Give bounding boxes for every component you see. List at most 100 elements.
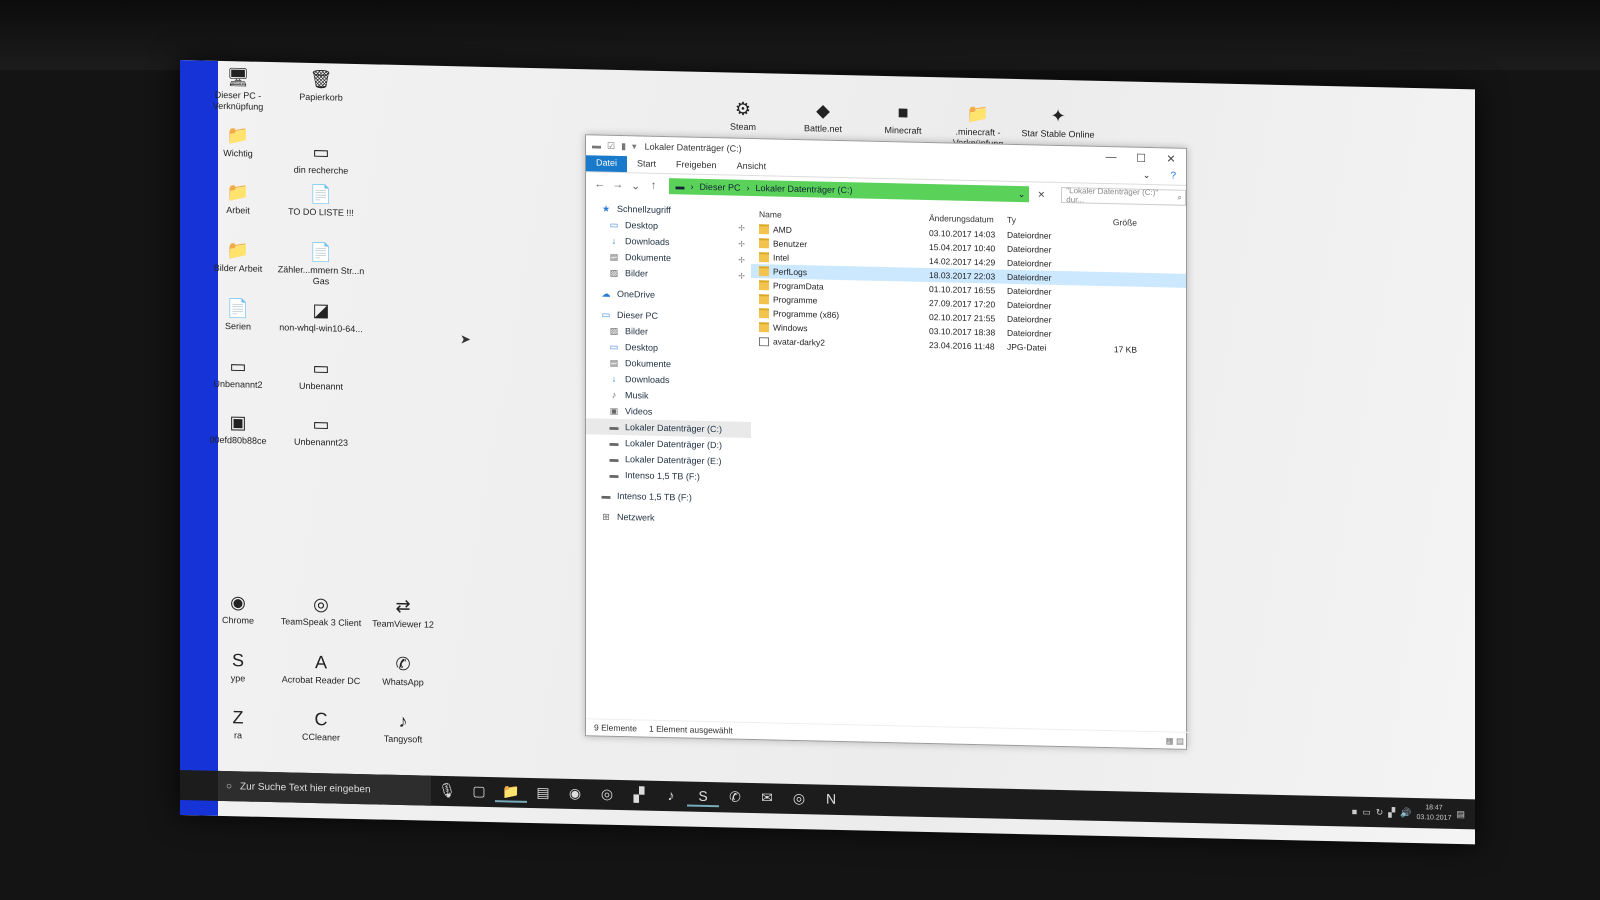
desktop-icon[interactable]: ⚙ Steam [697, 97, 789, 134]
desktop-icon[interactable]: 📄 Serien [192, 296, 284, 333]
desktop-icon[interactable]: ▭ Unbenannt2 [192, 354, 284, 391]
teamspeak-icon[interactable]: ◎ [591, 785, 623, 805]
chevron-down-icon[interactable]: ▾ [632, 141, 637, 152]
file-date: 01.10.2017 16:55 [929, 283, 996, 296]
minimize-button[interactable]: — [1096, 150, 1126, 164]
document-icon: ▤ [609, 251, 619, 262]
skype-icon[interactable]: S [687, 787, 719, 807]
netflix-icon[interactable]: N [815, 790, 847, 810]
nav-item[interactable]: ▬ Intenso 1,5 TB (F:) [586, 466, 751, 486]
window-controls: — ☐ ✕ [1096, 150, 1186, 166]
desktop-icon-label: WhatsApp [382, 676, 424, 688]
column-header-name[interactable]: Name [751, 209, 929, 223]
text-file-icon: 📄 [309, 241, 333, 262]
pin-icon[interactable]: ✢ [738, 239, 745, 248]
desktop-icon[interactable]: ▣ 00efd80b88ce [192, 410, 284, 447]
desktop-icon[interactable]: ◆ Battle.net [777, 99, 869, 136]
teamspeak-icon[interactable]: ◎ [783, 789, 815, 809]
drive-icon[interactable]: ▬ [592, 140, 601, 151]
desktop-icon[interactable]: 🖥 Dieser PC - Verknüpfung [192, 65, 284, 113]
back-arrow-icon[interactable]: ← [594, 178, 606, 190]
desktop-icon[interactable]: ▭ Unbenannt [275, 356, 367, 393]
file-explorer-icon[interactable]: 📁 [495, 782, 527, 803]
column-header-type[interactable]: Ty [1007, 215, 1087, 227]
nav-item[interactable]: ▨ Bilder ✢ [586, 264, 751, 284]
new-folder-icon[interactable]: ▮ [621, 141, 626, 152]
tab-datei[interactable]: Datei [586, 155, 628, 173]
clear-address-icon[interactable]: ✕ [1035, 189, 1047, 200]
desktop-icon[interactable]: ▭ Unbenannt23 [275, 412, 367, 449]
action-center-icon[interactable]: ▤ [1456, 808, 1465, 819]
forward-arrow-icon[interactable]: → [612, 179, 624, 191]
desktop-icon[interactable]: 🗑 Papierkorb [275, 67, 367, 104]
file-date: 15.04.2017 10:40 [929, 241, 996, 254]
desktop-icon[interactable]: ✆ WhatsApp [357, 652, 449, 689]
desktop-icon[interactable]: ◪ non-whql-win10-64... [275, 298, 367, 335]
column-header-size[interactable]: Größe [1087, 217, 1137, 228]
breadcrumb-lokaler-datentraeger[interactable]: Lokaler Datenträger (C:) [755, 183, 852, 195]
chrome-icon[interactable]: ◉ [559, 784, 591, 804]
breadcrumb-dieser-pc[interactable]: Dieser PC [699, 182, 740, 193]
task-view-icon[interactable]: ▢ [463, 782, 495, 802]
help-icon[interactable]: ? [1160, 168, 1186, 185]
tray-speaker-icon[interactable]: 🔊 [1400, 807, 1411, 818]
notes-icon[interactable]: ▤ [527, 783, 559, 803]
search-icon[interactable]: ⌕ [1177, 193, 1181, 203]
file-type: Dateiordner [1007, 313, 1052, 325]
file-type: JPG-Datei [1007, 341, 1047, 353]
desktop-icon[interactable]: C CCleaner [275, 707, 367, 744]
desktop-icon[interactable]: ♪ Tangysoft [357, 709, 449, 746]
maximize-button[interactable]: ☐ [1126, 151, 1156, 165]
desktop-icon[interactable]: 📄 Zähler...mmern Str...n Gas [275, 240, 367, 288]
mail-icon[interactable]: ✉ [751, 788, 783, 808]
desktop-icon[interactable]: ◎ TeamSpeak 3 Client [275, 592, 367, 629]
desktop-icon[interactable]: Sype [192, 648, 284, 685]
tangysoft-icon[interactable]: ♪ [655, 786, 687, 806]
nav-item-label: Dieser PC [617, 309, 659, 321]
desktop-icon[interactable]: Zra [192, 705, 284, 742]
search-input[interactable]: "Lokaler Datenträger (C:)" dur... ⌕ [1061, 186, 1186, 206]
tray-monitor-icon[interactable]: ▭ [1362, 806, 1371, 817]
tab-ansicht[interactable]: Ansicht [727, 158, 777, 175]
battlenet-icon: ◆ [816, 99, 830, 121]
tray-network-icon[interactable]: ▞ [1388, 807, 1395, 818]
pin-icon[interactable]: ✢ [738, 223, 745, 232]
desktop-icon[interactable]: ⇄ TeamViewer 12 [357, 594, 449, 631]
desktop-icon[interactable]: 📁 Arbeit [192, 180, 284, 217]
desktop-icon[interactable]: 📁 Wichtig [192, 123, 284, 160]
tab-start[interactable]: Start [627, 156, 666, 173]
address-dropdown-icon[interactable]: ⌄ [1018, 189, 1026, 200]
tray-sync-icon[interactable]: ↻ [1376, 807, 1384, 818]
pin-icon[interactable]: ✢ [738, 271, 745, 280]
tray-app-icon[interactable]: ■ [1352, 807, 1357, 817]
expand-ribbon-icon[interactable]: ⌄ [1133, 168, 1161, 185]
taskbar-search-box[interactable]: ○ Zur Suche Text hier eingeben [218, 770, 431, 806]
desktop-icon[interactable]: ✦ Star Stable Online [1012, 104, 1104, 141]
navigation-pane: ★ Schnellzugriff ▭ Desktop ✢ ↓ Downloads ✢ ▤ Doku… [586, 196, 751, 725]
properties-icon[interactable]: ☑ [607, 140, 615, 151]
network-app-icon[interactable]: ▞ [623, 786, 655, 806]
file-date: 03.10.2017 18:38 [929, 325, 996, 338]
taskbar-clock[interactable]: 18:47 03.10.2017 [1416, 803, 1451, 824]
file-list: Name Änderungsdatum Ty Größe AMD 03.10.20… [751, 200, 1186, 735]
nav-item[interactable]: ☁ OneDrive [586, 285, 751, 305]
nav-item[interactable]: ▬ Intenso 1,5 TB (F:) [586, 487, 751, 507]
view-toggle-icon[interactable]: ▦ ▤ [1166, 735, 1184, 746]
desktop-icon[interactable]: ◉ Chrome [192, 590, 284, 627]
recent-locations-icon[interactable]: ⌄ [630, 179, 642, 192]
pin-icon[interactable]: ✢ [738, 255, 745, 264]
up-arrow-icon[interactable]: ↑ [648, 180, 660, 192]
microphone-icon[interactable]: 🎙 [431, 781, 463, 801]
desktop-icon[interactable]: 📄 TO DO LISTE !!! [275, 182, 367, 219]
recycle-bin-icon: 🗑 [309, 68, 333, 89]
nav-item[interactable]: ⊞ Netzwerk [586, 508, 751, 528]
tab-freigeben[interactable]: Freigeben [666, 157, 727, 174]
desktop-icon[interactable]: 📁 Bilder Arbeit [192, 238, 284, 275]
desktop-icon[interactable]: A Acrobat Reader DC [275, 650, 367, 687]
close-button[interactable]: ✕ [1156, 152, 1186, 166]
whatsapp-icon[interactable]: ✆ [719, 788, 751, 808]
minecraft-icon: ■ [897, 101, 909, 123]
column-header-date[interactable]: Änderungsdatum [929, 213, 1007, 225]
desktop-icon[interactable]: ▭ din recherche [275, 140, 367, 177]
steam-icon: ⚙ [734, 98, 752, 119]
